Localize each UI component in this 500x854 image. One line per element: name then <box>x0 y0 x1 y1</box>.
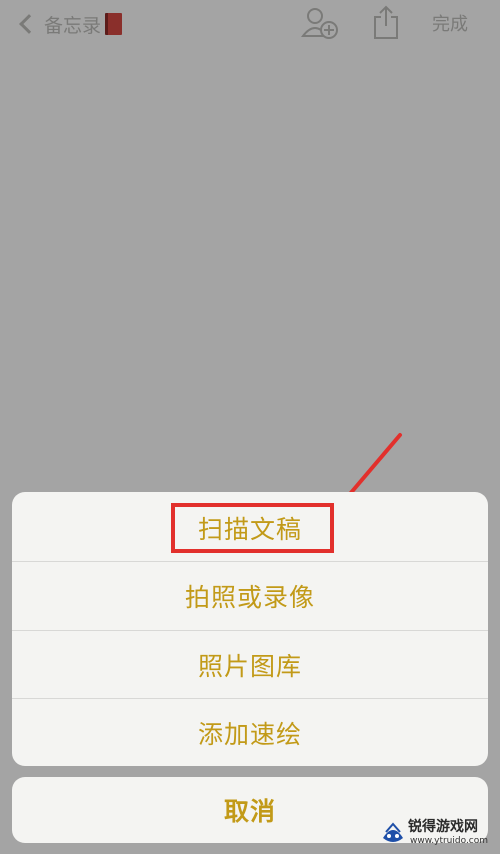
watermark-title: 锐得游戏网 <box>408 819 478 835</box>
screen: 备忘录 完成 扫描文稿 拍照或录像 照片图库 添加速绘 取消 锐得游戏网 www… <box>0 0 500 854</box>
watermark-url: www.ytruido.com <box>410 836 489 846</box>
add-sketch-option[interactable]: 添加速绘 <box>12 699 488 766</box>
photo-library-option[interactable]: 照片图库 <box>12 631 488 699</box>
done-button[interactable]: 完成 <box>432 10 468 36</box>
action-sheet: 扫描文稿 拍照或录像 照片图库 添加速绘 <box>12 492 488 766</box>
highlight-box <box>171 503 334 553</box>
cancel-label: 取消 <box>223 797 276 826</box>
watermark: 锐得游戏网 www.ytruido.com <box>378 812 500 852</box>
share-icon[interactable] <box>372 4 400 40</box>
take-photo-or-video-option[interactable]: 拍照或录像 <box>12 562 488 630</box>
back-button[interactable]: 备忘录 <box>16 8 123 40</box>
navigation-bar: 备忘录 完成 <box>0 0 500 48</box>
take-photo-or-video-label: 拍照或录像 <box>184 583 315 612</box>
add-person-icon[interactable] <box>300 6 340 40</box>
photo-library-label: 照片图库 <box>197 652 302 681</box>
back-label: 备忘录 <box>44 14 102 37</box>
add-sketch-label: 添加速绘 <box>197 720 302 749</box>
notebook-icon <box>105 13 123 35</box>
watermark-logo-icon <box>383 822 403 842</box>
chevron-left-icon <box>19 14 39 34</box>
